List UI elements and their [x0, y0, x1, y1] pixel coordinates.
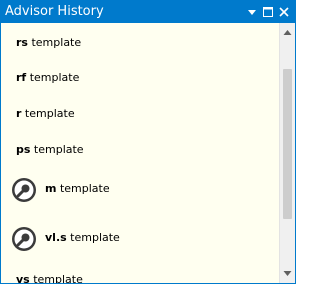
advisor-history-panel: Advisor History rs template rf template: [0, 0, 296, 284]
item-label: m template: [45, 182, 110, 195]
list-item[interactable]: vl.s template: [1, 221, 279, 255]
item-label: ps template: [16, 143, 84, 156]
magnifier-icon: [11, 226, 37, 252]
maximize-icon[interactable]: [260, 4, 276, 20]
panel-title: Advisor History: [5, 4, 104, 19]
list-item[interactable]: ps template: [1, 133, 279, 167]
close-icon[interactable]: [276, 4, 292, 20]
history-list[interactable]: rs template rf template r template ps te…: [1, 23, 279, 283]
dropdown-icon[interactable]: [244, 4, 260, 20]
scroll-up-arrow-icon[interactable]: [280, 25, 295, 41]
item-label: rf template: [16, 71, 80, 84]
scrollbar-thumb[interactable]: [283, 69, 292, 219]
item-label: vs template: [16, 273, 83, 283]
magnifier-icon: [11, 177, 37, 203]
item-label: rs template: [16, 36, 82, 49]
item-label: vl.s template: [45, 231, 120, 244]
list-item[interactable]: m template: [1, 172, 279, 206]
list-item[interactable]: vs template: [1, 263, 279, 283]
item-label: r template: [16, 107, 75, 120]
title-bar[interactable]: Advisor History: [1, 1, 295, 23]
scroll-down-arrow-icon[interactable]: [280, 265, 295, 281]
list-item[interactable]: r template: [1, 97, 279, 131]
list-item[interactable]: rs template: [1, 26, 279, 60]
list-item[interactable]: rf template: [1, 61, 279, 95]
vertical-scrollbar[interactable]: [279, 23, 295, 283]
